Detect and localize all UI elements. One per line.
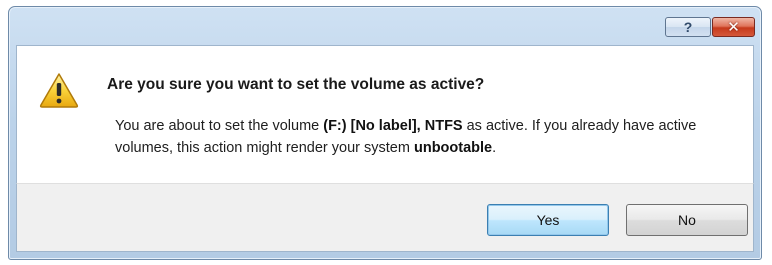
- dialog-message: You are about to set the volume (F:) [No…: [115, 115, 745, 159]
- close-button[interactable]: ✕: [712, 17, 755, 37]
- message-area: Are you sure you want to set the volume …: [16, 45, 754, 184]
- title-bar[interactable]: ? ✕: [9, 7, 761, 45]
- close-icon: ✕: [727, 17, 740, 36]
- confirm-dialog: ? ✕ Are you sure you want to set the vol…: [8, 6, 762, 260]
- warning-icon: [39, 73, 79, 108]
- message-text: .: [492, 140, 497, 156]
- button-bar: Yes No: [16, 183, 754, 252]
- help-button[interactable]: ?: [665, 17, 711, 37]
- warning-emphasis: unbootable: [413, 140, 493, 156]
- message-text: You are about to set the volume: [115, 118, 324, 134]
- volume-name: (F:) [No label], NTFS: [323, 118, 463, 134]
- dialog-heading: Are you sure you want to set the volume …: [107, 76, 485, 93]
- yes-button[interactable]: Yes: [487, 204, 609, 236]
- help-icon: ?: [683, 19, 693, 35]
- no-button[interactable]: No: [626, 204, 748, 236]
